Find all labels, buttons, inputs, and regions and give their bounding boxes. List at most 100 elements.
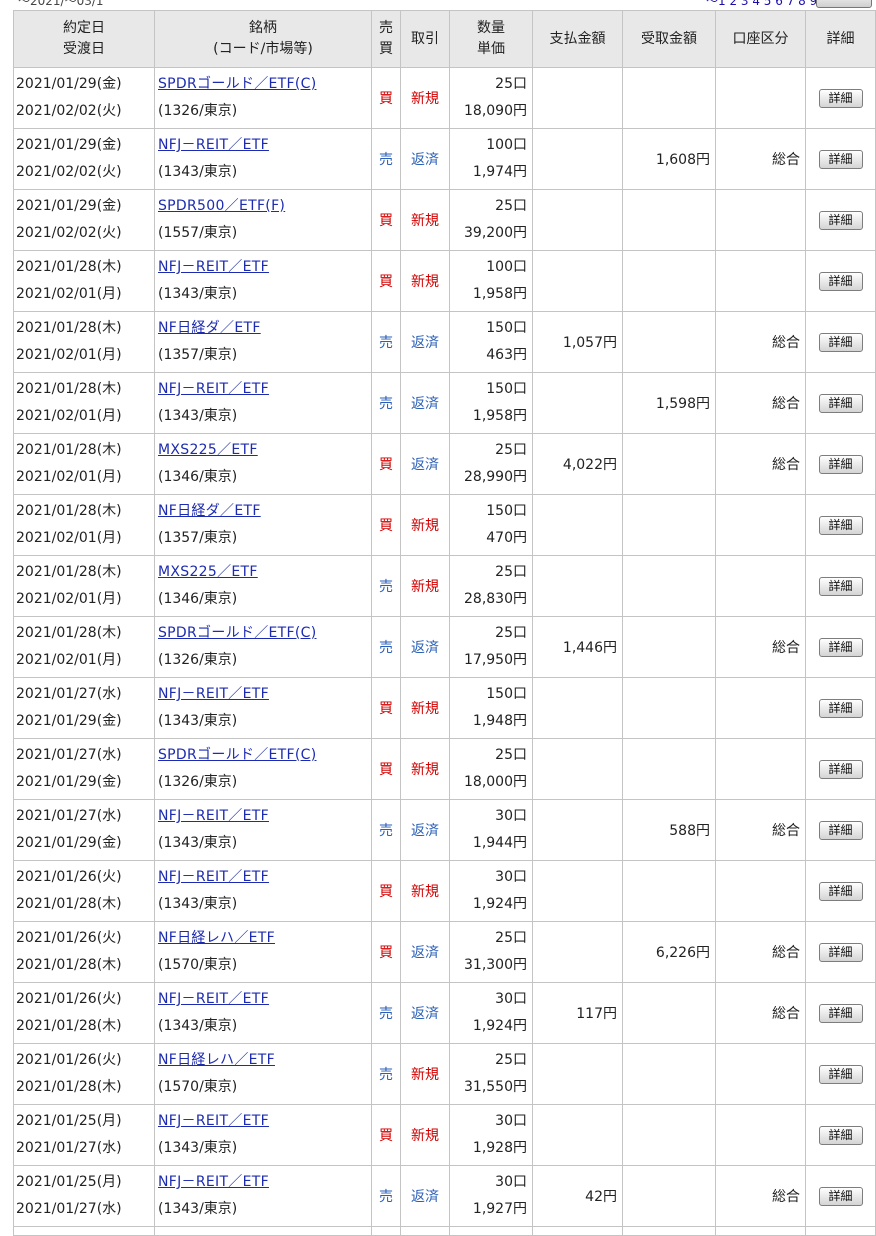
settlement-date: 2021/02/01(月): [16, 286, 122, 302]
security-name-link[interactable]: MXS225／ETF: [158, 442, 258, 458]
payment-amount-cell: 1,446円: [532, 616, 623, 678]
received-amount-cell: [622, 189, 716, 251]
detail-button[interactable]: 詳細: [818, 393, 863, 413]
detail-button[interactable]: 詳細: [818, 1064, 863, 1084]
date-cell: 2021/01/25(月) 2021/01/27(水): [13, 1104, 155, 1166]
trade-date: 2021/01/28(木): [16, 259, 122, 275]
security-name-link[interactable]: NF日経ダ／ETF: [158, 320, 261, 336]
detail-button[interactable]: 詳細: [818, 637, 863, 657]
security-name-link[interactable]: NFJ－REIT／ETF: [158, 1113, 269, 1129]
detail-cell: 詳細: [805, 555, 876, 617]
security-name-link[interactable]: MXS225／ETF: [158, 564, 258, 580]
account-type-cell: [715, 67, 806, 129]
security-code: (1326/東京): [158, 103, 238, 119]
buy-sell-cell: 売: [371, 311, 401, 373]
security-cell: NF日経レハ／ETF (1570/東京): [154, 921, 372, 983]
quantity-price-cell: 25口 31,300円: [449, 921, 533, 983]
date-cell: 2021/01/28(木) 2021/02/01(月): [13, 372, 155, 434]
quantity-price-cell: 25口 28,990円: [449, 433, 533, 495]
detail-button[interactable]: 詳細: [818, 1186, 863, 1206]
table-row: 2021/01/28(木) 2021/02/01(月) NFJ－REIT／ETF (1…: [13, 372, 876, 434]
detail-button[interactable]: 詳細: [818, 1125, 863, 1145]
security-name-link[interactable]: NFJ－REIT／ETF: [158, 381, 269, 397]
security-name-link[interactable]: NF日経ダ／ETF: [158, 503, 261, 519]
account-type-cell: 総合: [715, 128, 806, 190]
security-name-link[interactable]: NFJ－REIT／ETF: [158, 869, 269, 885]
header-trade-settle-date: 約定日 受渡日: [13, 10, 155, 68]
partial-cell: [805, 1226, 876, 1236]
security-name-link[interactable]: SPDRゴールド／ETF(C): [158, 625, 317, 641]
detail-button[interactable]: 詳細: [818, 881, 863, 901]
quantity: 150口: [486, 686, 527, 702]
detail-button[interactable]: 詳細: [818, 1003, 863, 1023]
security-name-link[interactable]: NFJ－REIT／ETF: [158, 137, 269, 153]
detail-cell: 詳細: [805, 1104, 876, 1166]
security-name-link[interactable]: NFJ－REIT／ETF: [158, 1174, 269, 1190]
date-cell: 2021/01/25(月) 2021/01/27(水): [13, 1165, 155, 1227]
detail-button[interactable]: 詳細: [818, 149, 863, 169]
detail-button[interactable]: 詳細: [818, 210, 863, 230]
received-amount-cell: 1,598円: [622, 372, 716, 434]
account-type-cell: 総合: [715, 1165, 806, 1227]
trade-date: 2021/01/28(木): [16, 503, 122, 519]
security-name-link[interactable]: NFJ－REIT／ETF: [158, 259, 269, 275]
security-name-link[interactable]: SPDRゴールド／ETF(C): [158, 747, 317, 763]
detail-button[interactable]: 詳細: [818, 698, 863, 718]
table-row: 2021/01/25(月) 2021/01/27(水) NFJ－REIT／ETF (1…: [13, 1165, 876, 1227]
date-cell: 2021/01/26(火) 2021/01/28(木): [13, 1043, 155, 1105]
detail-button[interactable]: 詳細: [818, 515, 863, 535]
quantity: 25口: [495, 747, 527, 763]
payment-amount-cell: [532, 860, 623, 922]
security-name-link[interactable]: NFJ－REIT／ETF: [158, 808, 269, 824]
quantity: 150口: [486, 381, 527, 397]
security-code: (1343/東京): [158, 1201, 238, 1217]
security-name-link[interactable]: SPDRゴールド／ETF(C): [158, 76, 317, 92]
unit-price: 18,090円: [464, 103, 527, 119]
buy-sell-cell: 買: [371, 189, 401, 251]
detail-button[interactable]: 詳細: [818, 759, 863, 779]
security-code: (1326/東京): [158, 652, 238, 668]
security-code: (1357/東京): [158, 347, 238, 363]
detail-cell: 詳細: [805, 311, 876, 373]
detail-cell: 詳細: [805, 677, 876, 739]
settlement-date: 2021/02/02(火): [16, 103, 122, 119]
trade-date: 2021/01/26(火): [16, 991, 122, 1007]
trade-date: 2021/01/28(木): [16, 320, 122, 336]
security-cell: NF日経レハ／ETF (1570/東京): [154, 1043, 372, 1105]
quantity: 30口: [495, 808, 527, 824]
buy-sell-cell: 売: [371, 372, 401, 434]
security-name-link[interactable]: SPDR500／ETF(F): [158, 198, 285, 214]
quantity-price-cell: 150口 470円: [449, 494, 533, 556]
detail-button[interactable]: 詳細: [818, 88, 863, 108]
trade-date: 2021/01/28(木): [16, 381, 122, 397]
detail-button[interactable]: 詳細: [818, 820, 863, 840]
detail-button[interactable]: 詳細: [818, 332, 863, 352]
top-button-fragment[interactable]: [816, 0, 872, 8]
detail-button[interactable]: 詳細: [818, 454, 863, 474]
unit-price: 31,550円: [464, 1079, 527, 1095]
trade-date: 2021/01/26(火): [16, 930, 122, 946]
header-received-amount: 受取金額: [622, 10, 716, 68]
quantity-price-cell: 25口 39,200円: [449, 189, 533, 251]
settlement-date: 2021/02/01(月): [16, 408, 122, 424]
partial-cell: [154, 1226, 372, 1236]
detail-button[interactable]: 詳細: [818, 576, 863, 596]
quantity-price-cell: 30口 1,944円: [449, 799, 533, 861]
quantity: 100口: [486, 137, 527, 153]
detail-cell: 詳細: [805, 982, 876, 1044]
table-row: 2021/01/29(金) 2021/02/02(火) SPDR500／ETF(F)…: [13, 189, 876, 251]
quantity-price-cell: 25口 31,550円: [449, 1043, 533, 1105]
buy-sell-cell: 売: [371, 1043, 401, 1105]
settlement-date: 2021/01/29(金): [16, 835, 122, 851]
detail-button[interactable]: 詳細: [818, 271, 863, 291]
security-name-link[interactable]: NF日経レハ／ETF: [158, 930, 275, 946]
received-amount-cell: [622, 860, 716, 922]
security-name-link[interactable]: NFJ－REIT／ETF: [158, 991, 269, 1007]
buy-sell-cell: 買: [371, 250, 401, 312]
settlement-date: 2021/01/28(木): [16, 1018, 122, 1034]
trade-date: 2021/01/29(金): [16, 76, 122, 92]
security-code: (1343/東京): [158, 164, 238, 180]
security-name-link[interactable]: NF日経レハ／ETF: [158, 1052, 275, 1068]
detail-button[interactable]: 詳細: [818, 942, 863, 962]
security-name-link[interactable]: NFJ－REIT／ETF: [158, 686, 269, 702]
